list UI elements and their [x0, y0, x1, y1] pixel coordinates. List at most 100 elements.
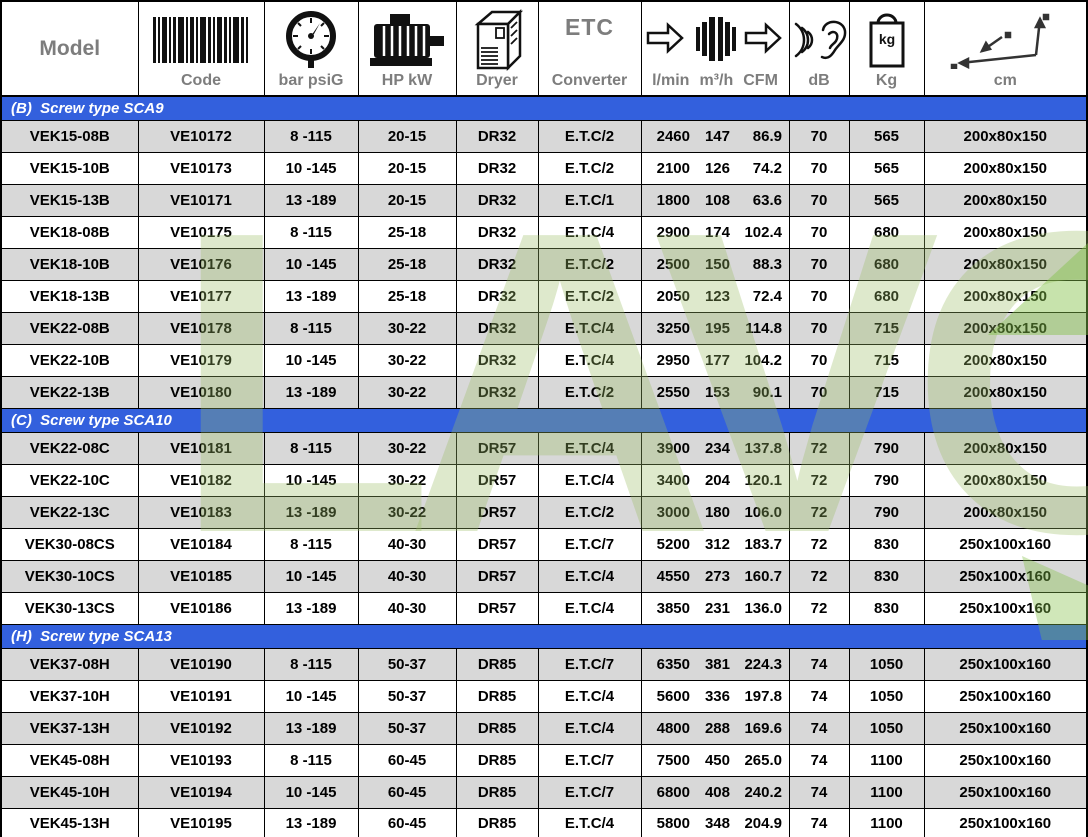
- cell-pressure: 10 -145: [264, 560, 358, 592]
- cell-db: 72: [789, 592, 849, 624]
- flow-cfm: 114.8: [740, 320, 782, 337]
- cell-cm: 200x80x150: [924, 464, 1087, 496]
- cell-cm: 200x80x150: [924, 216, 1087, 248]
- cell-etc-converter: E.T.C/4: [538, 560, 641, 592]
- flow-cfm: 120.1: [740, 472, 782, 489]
- cell-dryer: DR32: [456, 280, 538, 312]
- flow-m3h: 123: [700, 288, 730, 305]
- cell-kg: 715: [849, 376, 924, 408]
- cell-kg: 830: [849, 528, 924, 560]
- cell-flow: 3000180106.0: [641, 496, 789, 528]
- cell-model: VEK22-13C: [1, 496, 138, 528]
- cell-kg: 680: [849, 248, 924, 280]
- noise-ear-icon: [789, 8, 849, 72]
- flow-m3h: 231: [700, 600, 730, 617]
- cell-db: 74: [789, 712, 849, 744]
- cell-cm: 250x100x160: [924, 560, 1087, 592]
- flow-cfm: 63.6: [740, 192, 782, 209]
- cell-power: 25-18: [358, 248, 456, 280]
- cell-model: VEK18-13B: [1, 280, 138, 312]
- cell-kg: 1100: [849, 808, 924, 837]
- flow-m3h: 234: [700, 440, 730, 457]
- flow-lmin: 2550: [648, 384, 690, 401]
- cell-flow: 210012674.2: [641, 152, 789, 184]
- cell-model: VEK22-10C: [1, 464, 138, 496]
- cell-dryer: DR57: [456, 560, 538, 592]
- flow-cfm: 72.4: [740, 288, 782, 305]
- cell-kg: 680: [849, 216, 924, 248]
- cell-dryer: DR85: [456, 648, 538, 680]
- flow-header-label: l/minm³/hCFM: [647, 72, 783, 90]
- cell-cm: 250x100x160: [924, 592, 1087, 624]
- section-header-row: (C) Screw type SCA10: [1, 408, 1087, 432]
- column-header-dryer: Dryer: [456, 1, 538, 96]
- flow-m3h: 180: [700, 504, 730, 521]
- cell-db: 74: [789, 776, 849, 808]
- cell-cm: 250x100x160: [924, 744, 1087, 776]
- flow-m3h: 177: [700, 352, 730, 369]
- cell-dryer: DR57: [456, 496, 538, 528]
- flow-lmin: 5600: [648, 688, 690, 705]
- table-row: VEK30-08CSVE101848 -11540-30DR57E.T.C/75…: [1, 528, 1087, 560]
- pressure-gauge-icon: [277, 8, 345, 72]
- cell-etc-converter: E.T.C/4: [538, 312, 641, 344]
- flow-m3h: 312: [700, 536, 730, 553]
- flow-lmin: 1800: [648, 192, 690, 209]
- cell-kg: 1100: [849, 744, 924, 776]
- cell-pressure: 13 -189: [264, 376, 358, 408]
- cell-dryer: DR32: [456, 152, 538, 184]
- table-row: VEK15-13BVE1017113 -18920-15DR32E.T.C/11…: [1, 184, 1087, 216]
- flow-m3h: 336: [700, 688, 730, 705]
- flow-m3h: 381: [700, 656, 730, 673]
- cell-db: 74: [789, 680, 849, 712]
- cell-dryer: DR32: [456, 248, 538, 280]
- cell-dryer: DR32: [456, 184, 538, 216]
- cell-cm: 200x80x150: [924, 184, 1087, 216]
- cell-db: 70: [789, 344, 849, 376]
- cell-model: VEK45-10H: [1, 776, 138, 808]
- dryer-header-label: Dryer: [476, 72, 518, 90]
- cell-model: VEK22-13B: [1, 376, 138, 408]
- dryer-icon: [466, 8, 528, 72]
- cell-kg: 680: [849, 280, 924, 312]
- table-row: VEK37-10HVE1019110 -14550-37DR85E.T.C/45…: [1, 680, 1087, 712]
- cell-power: 40-30: [358, 592, 456, 624]
- cell-kg: 790: [849, 496, 924, 528]
- cell-flow: 6350381224.3: [641, 648, 789, 680]
- flow-m3h: 450: [700, 752, 730, 769]
- cell-etc-converter: E.T.C/2: [538, 152, 641, 184]
- column-header-kg: kg Kg: [849, 1, 924, 96]
- cell-kg: 830: [849, 592, 924, 624]
- flow-cfm: 197.8: [740, 688, 782, 705]
- cell-kg: 1050: [849, 648, 924, 680]
- weight-icon: kg: [864, 8, 910, 72]
- cell-etc-converter: E.T.C/2: [538, 120, 641, 152]
- cell-model: VEK15-10B: [1, 152, 138, 184]
- section-title: (H) Screw type SCA13: [1, 624, 1087, 648]
- cell-model: VEK37-13H: [1, 712, 138, 744]
- cell-etc-converter: E.T.C/7: [538, 776, 641, 808]
- cell-flow: 205012372.4: [641, 280, 789, 312]
- cell-pressure: 13 -189: [264, 280, 358, 312]
- cell-code: VE10186: [138, 592, 264, 624]
- cell-kg: 1050: [849, 712, 924, 744]
- cell-kg: 715: [849, 312, 924, 344]
- cell-power: 60-45: [358, 808, 456, 837]
- cell-pressure: 13 -189: [264, 496, 358, 528]
- flow-m3h: 408: [700, 784, 730, 801]
- cell-db: 70: [789, 312, 849, 344]
- db-header-label: dB: [808, 72, 829, 90]
- table-row: VEK22-13BVE1018013 -18930-22DR32E.T.C/22…: [1, 376, 1087, 408]
- cell-db: 70: [789, 248, 849, 280]
- cell-kg: 565: [849, 184, 924, 216]
- cell-power: 25-18: [358, 280, 456, 312]
- cell-flow: 7500450265.0: [641, 744, 789, 776]
- flow-cfm: 137.8: [740, 440, 782, 457]
- cell-etc-converter: E.T.C/4: [538, 680, 641, 712]
- cell-dryer: DR32: [456, 312, 538, 344]
- cell-etc-converter: E.T.C/2: [538, 376, 641, 408]
- cell-power: 50-37: [358, 680, 456, 712]
- table-row: VEK15-08BVE101728 -11520-15DR32E.T.C/224…: [1, 120, 1087, 152]
- cell-pressure: 10 -145: [264, 344, 358, 376]
- cell-db: 72: [789, 560, 849, 592]
